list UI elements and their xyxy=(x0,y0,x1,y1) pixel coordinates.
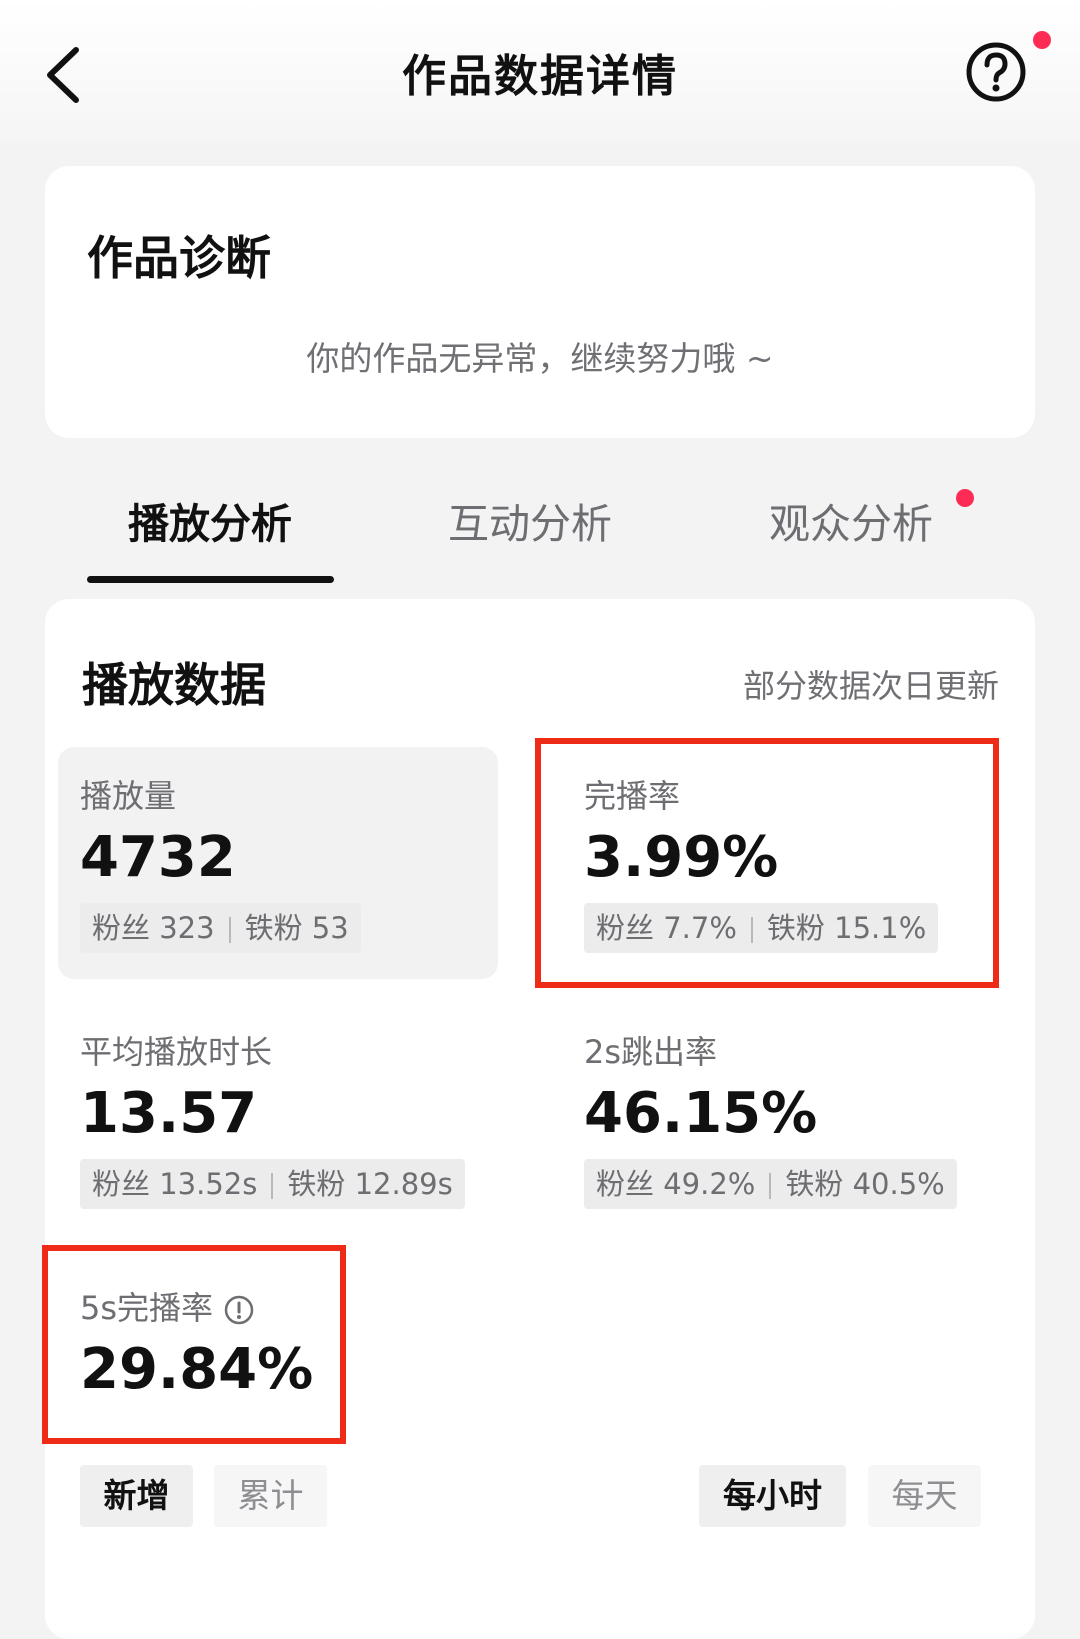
diagnosis-message: 你的作品无异常，继续努力哦 ~ xyxy=(306,339,774,378)
metric-value: 46.15% xyxy=(584,1081,818,1146)
separator xyxy=(769,1173,772,1199)
iron-fans-value: 铁粉 53 xyxy=(244,911,349,945)
metric-label: 5s完播率 xyxy=(80,1289,214,1327)
analysis-tabs: 播放分析 互动分析 观众分析 xyxy=(0,470,1080,588)
metric-avg-duration[interactable]: 平均播放时长 13.57 粉丝 13.52s 铁粉 12.89s xyxy=(58,1003,518,1235)
iron-fans-value: 铁粉 40.5% xyxy=(785,1167,945,1201)
metric-label: 完播率 xyxy=(584,777,681,815)
separator xyxy=(750,917,753,943)
diagnosis-title: 作品诊断 xyxy=(87,231,271,285)
fans-value: 粉丝 49.2% xyxy=(596,1167,756,1201)
toggle-hourly[interactable]: 每小时 xyxy=(699,1465,846,1527)
toggle-daily[interactable]: 每天 xyxy=(868,1465,981,1527)
tab-interaction-analysis[interactable]: 互动分析 xyxy=(365,490,695,550)
metric-5s-completion-rate[interactable]: 5s完播率 29.84% xyxy=(58,1259,338,1429)
metric-value: 13.57 xyxy=(80,1081,258,1146)
help-button[interactable] xyxy=(964,40,1028,104)
metric-views[interactable]: 播放量 4732 粉丝 323 铁粉 53 xyxy=(58,747,498,979)
separator xyxy=(228,917,231,943)
diagnosis-card: 作品诊断 你的作品无异常，继续努力哦 ~ xyxy=(45,166,1035,438)
metric-value: 3.99% xyxy=(584,825,779,890)
metric-breakdown: 粉丝 323 铁粉 53 xyxy=(80,903,361,953)
metric-breakdown: 粉丝 49.2% 铁粉 40.5% xyxy=(584,1159,957,1209)
separator xyxy=(271,1173,274,1199)
question-circle-icon xyxy=(966,42,1026,102)
tab-badge-dot xyxy=(956,489,974,507)
toggle-cumulative[interactable]: 累计 xyxy=(214,1465,327,1527)
metric-label: 平均播放时长 xyxy=(80,1033,273,1071)
metric-value: 29.84% xyxy=(80,1337,314,1402)
metric-value: 4732 xyxy=(80,825,236,890)
page-title: 作品数据详情 xyxy=(402,51,678,102)
fans-value: 粉丝 7.7% xyxy=(596,911,737,945)
iron-fans-value: 铁粉 15.1% xyxy=(766,911,927,945)
fans-value: 粉丝 13.52s xyxy=(92,1167,258,1201)
play-data-note: 部分数据次日更新 xyxy=(742,667,999,705)
metric-breakdown: 粉丝 7.7% 铁粉 15.1% xyxy=(584,903,939,953)
metric-2s-bounce-rate[interactable]: 2s跳出率 46.15% 粉丝 49.2% 铁粉 40.5% xyxy=(562,1003,1002,1235)
fans-value: 粉丝 323 xyxy=(92,911,215,945)
tab-play-analysis[interactable]: 播放分析 xyxy=(45,490,375,550)
toggle-new[interactable]: 新增 xyxy=(80,1465,193,1527)
metric-completion-rate[interactable]: 完播率 3.99% 粉丝 7.7% 铁粉 15.1% xyxy=(562,747,982,979)
notification-dot xyxy=(1033,31,1051,49)
iron-fans-value: 铁粉 12.89s xyxy=(287,1167,453,1201)
metric-label: 2s跳出率 xyxy=(584,1033,718,1071)
metric-breakdown: 粉丝 13.52s 铁粉 12.89s xyxy=(80,1159,465,1209)
active-tab-indicator xyxy=(87,576,334,583)
metric-label-row: 5s完播率 xyxy=(80,1283,255,1329)
play-data-title: 播放数据 xyxy=(82,658,266,712)
top-bar: 作品数据详情 xyxy=(0,0,1080,145)
metric-label: 播放量 xyxy=(80,777,177,815)
info-circle-icon[interactable] xyxy=(223,1294,255,1326)
